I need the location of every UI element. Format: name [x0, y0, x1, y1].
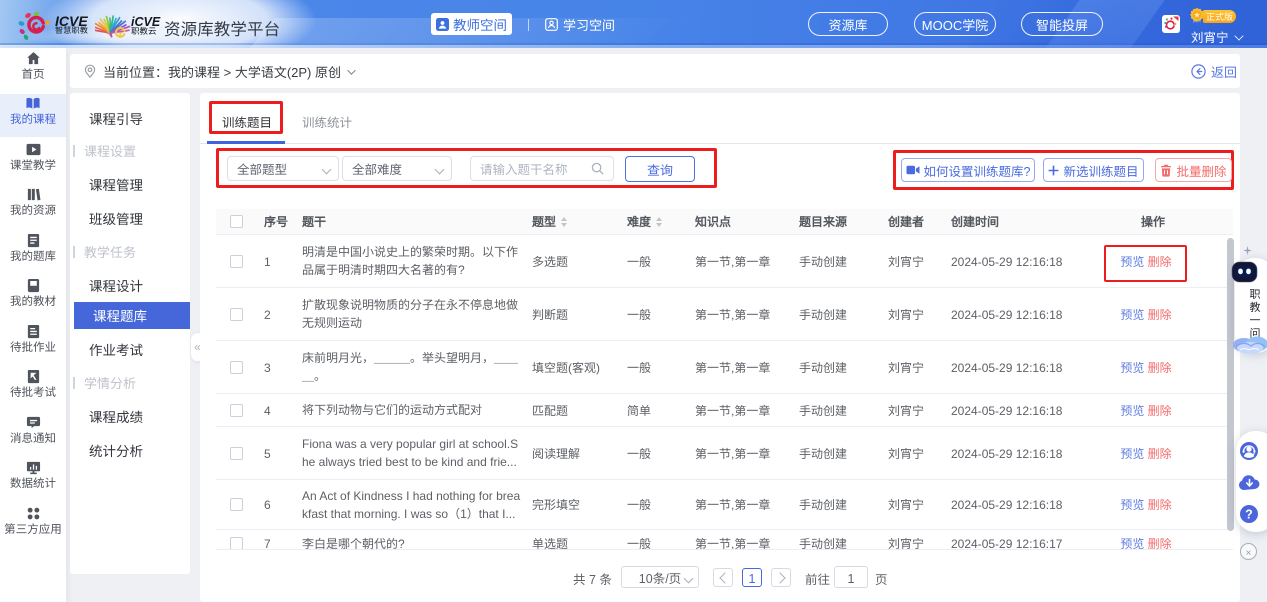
svg-text:?: ?: [1245, 507, 1253, 521]
